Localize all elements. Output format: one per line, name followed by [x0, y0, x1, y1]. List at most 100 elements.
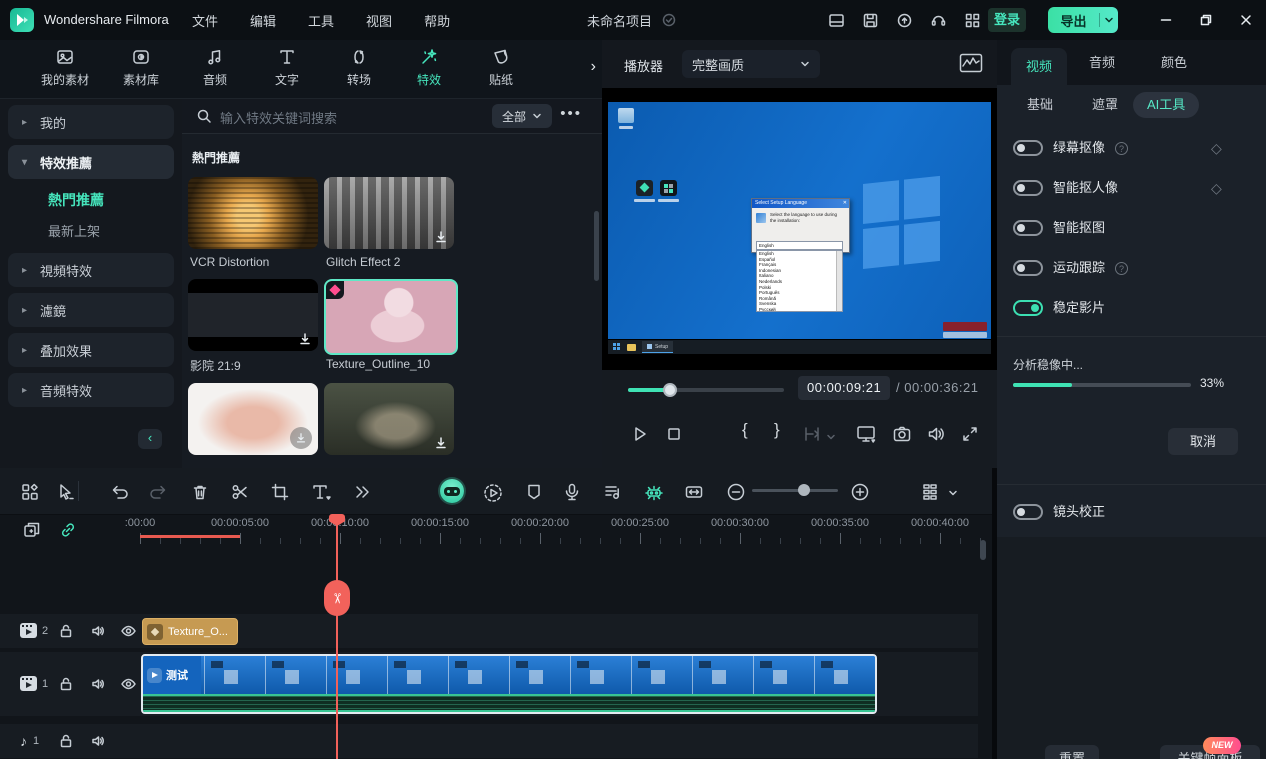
ai-copilot-icon[interactable]: [440, 479, 464, 503]
help-icon[interactable]: ?: [1115, 262, 1128, 275]
ai-portrait-toggle[interactable]: [1013, 180, 1043, 196]
trim-button[interactable]: [802, 424, 822, 444]
link-clips-icon[interactable]: [58, 520, 78, 540]
menu-file[interactable]: 文件: [192, 11, 218, 30]
render-preview-icon[interactable]: [482, 482, 504, 504]
play-button[interactable]: [630, 424, 650, 444]
crop-icon[interactable]: [270, 482, 290, 502]
effect-card-vcr-distortion[interactable]: [188, 177, 318, 249]
playhead-cut-button[interactable]: ✂: [324, 580, 350, 616]
more-options-icon[interactable]: •••: [560, 105, 582, 122]
tab-my-media[interactable]: 我的素材: [30, 47, 100, 93]
menu-tools[interactable]: 工具: [308, 11, 334, 30]
filter-dropdown[interactable]: 全部: [492, 104, 552, 128]
login-button[interactable]: 登录: [988, 8, 1026, 32]
category-overlays[interactable]: ▸叠加效果: [8, 333, 174, 367]
restore-button[interactable]: [1186, 0, 1226, 40]
mark-in-button[interactable]: {: [742, 420, 748, 440]
seek-handle[interactable]: [663, 383, 677, 397]
collapse-sidebar-button[interactable]: ‹: [138, 429, 162, 449]
select-tool-icon[interactable]: [56, 482, 76, 502]
media-layout-icon[interactable]: [20, 482, 40, 502]
tab-transitions[interactable]: 转场: [324, 47, 394, 93]
lock-track-icon[interactable]: [58, 623, 74, 639]
zoom-out-icon[interactable]: [726, 482, 746, 502]
subcategory-hot[interactable]: 熱門推薦: [0, 185, 182, 215]
zoom-slider-handle[interactable]: [798, 484, 810, 496]
search-icon[interactable]: [196, 108, 212, 124]
export-button[interactable]: 导出: [1048, 7, 1118, 33]
effect-card-cinema-21-9[interactable]: [188, 279, 318, 351]
mute-track-icon[interactable]: [90, 623, 106, 639]
cloud-upload-icon[interactable]: [896, 12, 913, 29]
category-video-effects[interactable]: ▸視頻特效: [8, 253, 174, 287]
subcategory-newest[interactable]: 最新上架: [0, 215, 182, 245]
category-filters[interactable]: ▸濾鏡: [8, 293, 174, 327]
text-tool-icon[interactable]: [310, 482, 332, 502]
quality-dropdown[interactable]: 完整画质: [682, 50, 820, 78]
search-input[interactable]: 输入特效关键词搜索: [220, 108, 337, 127]
support-headset-icon[interactable]: [930, 12, 947, 29]
lens-correction-toggle[interactable]: [1013, 504, 1043, 520]
tab-effects[interactable]: 特效: [394, 47, 464, 93]
mute-track-icon[interactable]: [90, 676, 106, 692]
auto-ripple-icon[interactable]: [684, 482, 704, 502]
tab-audio-properties[interactable]: 音频: [1089, 40, 1115, 85]
green-screen-toggle[interactable]: [1013, 140, 1043, 156]
effect-card-landscape[interactable]: [324, 383, 454, 455]
split-scissors-icon[interactable]: [230, 482, 250, 502]
motion-tracking-toggle[interactable]: [1013, 260, 1043, 276]
effect-card-portrait[interactable]: [188, 383, 318, 455]
menu-edit[interactable]: 编辑: [250, 11, 276, 30]
reset-button[interactable]: 重置: [1045, 745, 1099, 759]
hide-track-icon[interactable]: [120, 623, 137, 639]
mark-out-button[interactable]: }: [774, 420, 780, 440]
redo-icon[interactable]: [148, 482, 168, 502]
export-chevron-icon[interactable]: [1100, 15, 1118, 25]
effect-clip[interactable]: Texture_O...: [142, 618, 238, 645]
voiceover-mic-icon[interactable]: [562, 482, 582, 502]
timeline-ruler[interactable]: :00:0000:00:05:0000:00:10:0000:00:15:000…: [140, 514, 992, 544]
apps-grid-icon[interactable]: [964, 12, 981, 29]
add-marker-icon[interactable]: [22, 520, 42, 540]
volume-button[interactable]: [926, 424, 946, 444]
save-icon[interactable]: [862, 12, 879, 29]
category-audio-effects[interactable]: ▸音頻特效: [8, 373, 174, 407]
mute-track-icon[interactable]: [90, 733, 106, 749]
subtab-basic[interactable]: 基础: [1027, 85, 1053, 125]
video-clip-selected[interactable]: 测试: [141, 654, 877, 714]
close-button[interactable]: [1226, 0, 1266, 40]
effect-card-texture-outline-10[interactable]: [324, 279, 458, 355]
timeline-scrollbar[interactable]: [980, 540, 986, 560]
effects-scrollbar[interactable]: [594, 211, 599, 281]
track-manager-icon[interactable]: [920, 482, 940, 502]
lock-track-icon[interactable]: [58, 733, 74, 749]
display-device-button[interactable]: [856, 424, 878, 444]
subtab-ai-tools[interactable]: AI工具: [1133, 92, 1199, 118]
tab-color-properties[interactable]: 颜色: [1161, 40, 1187, 85]
scopes-icon[interactable]: [959, 53, 983, 73]
category-recommended[interactable]: ▾特效推薦: [8, 145, 174, 179]
smart-cut-icon[interactable]: [643, 482, 665, 504]
zoom-in-icon[interactable]: [850, 482, 870, 502]
chevron-down-icon[interactable]: [826, 432, 836, 442]
snapshot-button[interactable]: [892, 424, 912, 444]
lock-track-icon[interactable]: [58, 676, 74, 692]
menu-view[interactable]: 视图: [366, 11, 392, 30]
stop-button[interactable]: [664, 424, 684, 444]
keyframe-diamond-icon[interactable]: ◇: [1211, 128, 1222, 168]
hide-track-icon[interactable]: [120, 676, 137, 692]
stabilization-toggle[interactable]: [1013, 300, 1043, 316]
audio-mixer-icon[interactable]: [602, 482, 622, 502]
undo-icon[interactable]: [110, 482, 130, 502]
current-timecode[interactable]: 00:00:09:21: [798, 376, 890, 400]
layout-icon[interactable]: [828, 12, 845, 29]
playhead[interactable]: [336, 514, 338, 759]
expand-panel-icon[interactable]: ›: [591, 58, 596, 76]
subtab-mask[interactable]: 遮罩: [1092, 85, 1118, 125]
menu-help[interactable]: 帮助: [424, 11, 450, 30]
smart-cutout-toggle[interactable]: [1013, 220, 1043, 236]
tab-stock-media[interactable]: 素材库: [106, 47, 176, 93]
tab-text[interactable]: 文字: [252, 47, 322, 93]
video-viewport[interactable]: Select Setup Language ✕ Select the langu…: [602, 88, 997, 370]
